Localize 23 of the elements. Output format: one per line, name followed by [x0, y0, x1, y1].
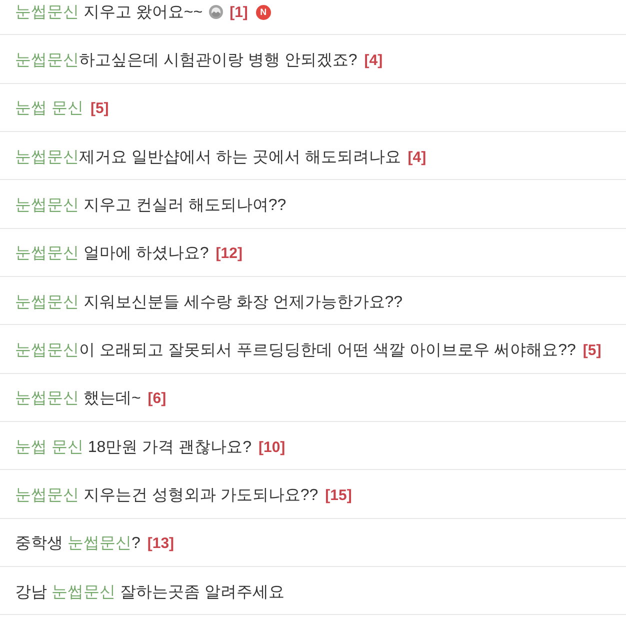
- comment-count[interactable]: [15]: [325, 486, 352, 504]
- comment-count[interactable]: [5]: [582, 342, 602, 359]
- post-title-link[interactable]: 눈썹문신 지워보신분들 세수랑 화장 언제가능한가요??: [15, 292, 403, 313]
- post-title-link[interactable]: 눈썹문신 지우고 왔어요~~: [15, 2, 203, 23]
- post-title-link[interactable]: 눈썹문신제거요 일반샵에서 하는 곳에서 해도되려나요: [15, 146, 401, 168]
- post-title-link[interactable]: 눈썹문신 이 오래되고 잘못되서 푸르딩딩한데 어떤 색깔 아이브로우 써야해요??: [15, 340, 576, 361]
- comment-count[interactable]: [1]: [230, 4, 248, 21]
- comment-count[interactable]: [10]: [258, 438, 286, 456]
- post-title-link[interactable]: 눈썹문신 지우고 컨실러 해도되나여??: [15, 194, 286, 216]
- new-badge: N: [256, 4, 271, 20]
- comment-count[interactable]: [12]: [216, 245, 242, 262]
- post-title-link[interactable]: 눈썹문신하고싶은데 시험관이랑 병행 안되겠죠?: [15, 50, 358, 71]
- post-title-link[interactable]: 중학생 눈썹문신?: [15, 533, 140, 554]
- comment-count[interactable]: [5]: [90, 100, 109, 118]
- comment-count[interactable]: [13]: [147, 535, 174, 552]
- comment-count[interactable]: [6]: [148, 390, 166, 408]
- post-title-link[interactable]: 눈썹문신 얼마에 하셨나요?: [15, 243, 209, 264]
- comment-count[interactable]: [4]: [408, 148, 426, 166]
- post-title-link[interactable]: 눈썹문신 지우는건 성형외과 가도되나요??: [15, 484, 318, 506]
- comment-count[interactable]: [4]: [364, 52, 383, 69]
- post-title-link[interactable]: 강남 눈썹문신 잘하는곳좀 알려주세요: [15, 582, 284, 603]
- post-title-link[interactable]: 눈썹문신 했는데~: [15, 388, 141, 410]
- post-title-link[interactable]: 눈썹 문신 18만원 가격 괜찮나요?: [15, 436, 252, 458]
